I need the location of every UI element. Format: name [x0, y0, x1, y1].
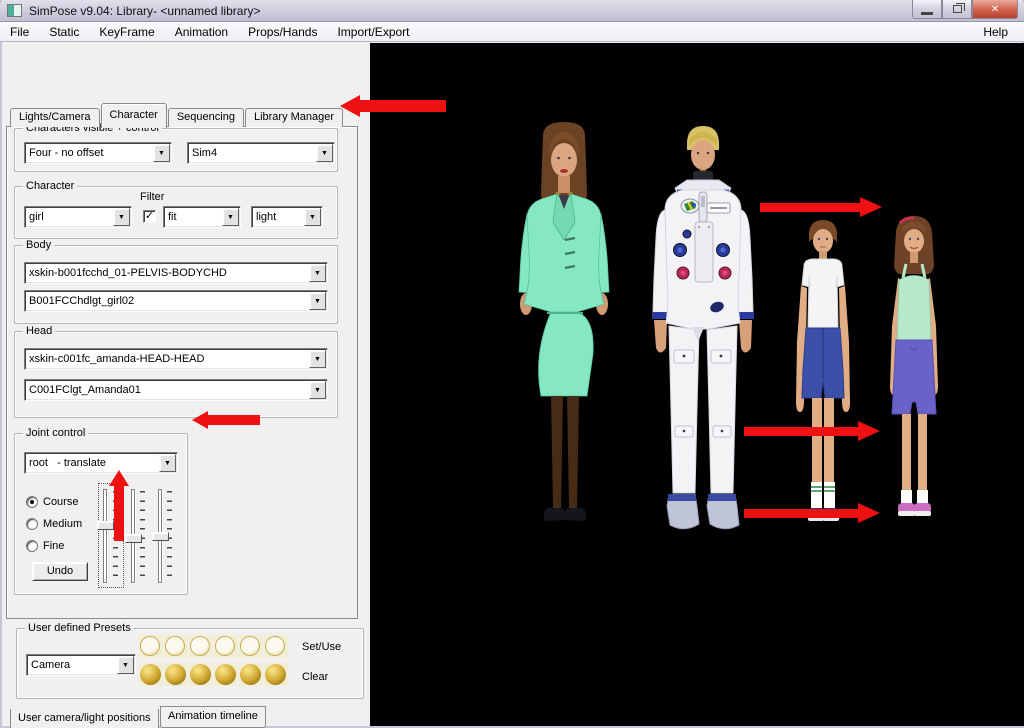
dropdown-arrow-icon[interactable]: ▼: [309, 292, 326, 310]
preset-slot-empty[interactable]: [214, 635, 238, 658]
slider-x-thumb[interactable]: [97, 521, 114, 530]
figure-woman-teal-suit: [507, 122, 625, 530]
dropdown-arrow-icon[interactable]: ▼: [113, 208, 130, 226]
preset-slot-clear[interactable]: [264, 663, 288, 686]
set-use-label: Set/Use: [302, 641, 341, 653]
figure-boy-white-shirt: [788, 220, 858, 530]
body-mesh-combobox[interactable]: xskin-b001fcchd_01-PELVIS-BODYCHD ▼: [24, 262, 328, 284]
fit-combobox[interactable]: fit ▼: [163, 206, 241, 228]
joint-control-legend: Joint control: [23, 427, 88, 440]
menu-file[interactable]: File: [0, 23, 39, 41]
body-legend: Body: [23, 239, 54, 252]
preset-slot-clear[interactable]: [139, 663, 163, 686]
preset-slot-clear[interactable]: [214, 663, 238, 686]
character-type-combobox[interactable]: girl ▼: [24, 206, 132, 228]
joint-select-combobox[interactable]: root - translate ▼: [24, 452, 178, 474]
preset-slot-empty[interactable]: [239, 635, 263, 658]
preset-slot-empty[interactable]: [139, 635, 163, 658]
dropdown-arrow-icon[interactable]: ▼: [309, 264, 326, 282]
radio-medium[interactable]: Medium: [26, 518, 82, 530]
body-skin-combobox[interactable]: B001FCChdlgt_girl02 ▼: [24, 290, 328, 312]
menu-keyframe[interactable]: KeyFrame: [89, 23, 164, 41]
simpose-window: SimPose v9.04: Library- <unnamed library…: [0, 0, 1024, 728]
menu-import-export[interactable]: Import/Export: [327, 23, 419, 41]
body-group: Body: [14, 245, 338, 324]
restore-icon: [953, 5, 962, 13]
clear-label: Clear: [302, 671, 328, 683]
tab-character[interactable]: Character: [101, 103, 167, 128]
menu-bar: File Static KeyFrame Animation Props/Han…: [0, 22, 1024, 42]
menu-static[interactable]: Static: [39, 23, 89, 41]
head-mesh-combobox[interactable]: xskin-c001fc_amanda-HEAD-HEAD ▼: [24, 348, 328, 370]
visibility-mode-combobox[interactable]: Four - no offset ▼: [24, 142, 172, 164]
filter-label: Filter: [140, 191, 164, 203]
filter-checkbox[interactable]: ✓: [143, 210, 156, 223]
light-combobox[interactable]: light ▼: [251, 206, 323, 228]
character-legend: Character: [23, 180, 77, 193]
dropdown-arrow-icon[interactable]: ▼: [153, 144, 170, 162]
app-icon: [7, 4, 22, 17]
tab-library-manager[interactable]: Library Manager: [245, 108, 343, 127]
sim-select-combobox[interactable]: Sim4 ▼: [187, 142, 335, 164]
preset-slot-clear[interactable]: [239, 663, 263, 686]
figure-man-astronaut: [647, 126, 770, 536]
head-group: Head: [14, 331, 338, 418]
dropdown-arrow-icon[interactable]: ▼: [316, 144, 333, 162]
title-bar[interactable]: SimPose v9.04: Library- <unnamed library…: [0, 0, 1024, 22]
restore-button[interactable]: [942, 0, 972, 19]
preset-slot-empty[interactable]: [189, 635, 213, 658]
dropdown-arrow-icon[interactable]: ▼: [159, 454, 176, 472]
radio-fine-dot[interactable]: [26, 540, 38, 552]
radio-medium-dot[interactable]: [26, 518, 38, 530]
preset-slot-empty[interactable]: [164, 635, 188, 658]
figure-girl-mint-top: [870, 214, 962, 526]
preset-slot-clear[interactable]: [164, 663, 188, 686]
undo-button[interactable]: Undo: [32, 562, 88, 581]
presets-legend: User defined Presets: [25, 622, 134, 635]
tab-lights-camera[interactable]: Lights/Camera: [10, 108, 100, 127]
control-panel: Lights/Camera Character Sequencing Libra…: [2, 43, 370, 726]
slider-x-track[interactable]: [103, 489, 107, 583]
dropdown-arrow-icon[interactable]: ▼: [117, 656, 134, 674]
slider-y-thumb[interactable]: [125, 534, 142, 543]
tab-user-camera-light-positions[interactable]: User camera/light positions: [10, 709, 159, 728]
preset-slot-empty[interactable]: [264, 635, 288, 658]
window-title: SimPose v9.04: Library- <unnamed library…: [29, 4, 260, 18]
close-button[interactable]: ✕: [972, 0, 1018, 19]
head-legend: Head: [23, 325, 55, 338]
preset-target-combobox[interactable]: Camera ▼: [26, 654, 136, 676]
head-skin-combobox[interactable]: C001FClgt_Amanda01 ▼: [24, 379, 328, 401]
menu-help[interactable]: Help: [973, 23, 1018, 41]
dropdown-arrow-icon[interactable]: ▼: [309, 350, 326, 368]
menu-animation[interactable]: Animation: [165, 23, 238, 41]
menu-props-hands[interactable]: Props/Hands: [238, 23, 327, 41]
tab-animation-timeline[interactable]: Animation timeline: [160, 706, 266, 728]
radio-fine[interactable]: Fine: [26, 540, 64, 552]
radio-course-dot[interactable]: [26, 496, 38, 508]
preset-slot-clear[interactable]: [189, 663, 213, 686]
main-tabstrip: Lights/Camera Character Sequencing Libra…: [10, 102, 344, 127]
radio-course[interactable]: Course: [26, 496, 78, 508]
dropdown-arrow-icon[interactable]: ▼: [304, 208, 321, 226]
minimize-icon: [921, 12, 933, 15]
minimize-button[interactable]: [912, 0, 942, 19]
slider-z-thumb[interactable]: [152, 532, 169, 541]
tab-sequencing[interactable]: Sequencing: [168, 108, 244, 127]
dropdown-arrow-icon[interactable]: ▼: [309, 381, 326, 399]
dropdown-arrow-icon[interactable]: ▼: [222, 208, 239, 226]
render-viewport[interactable]: [370, 43, 1024, 726]
